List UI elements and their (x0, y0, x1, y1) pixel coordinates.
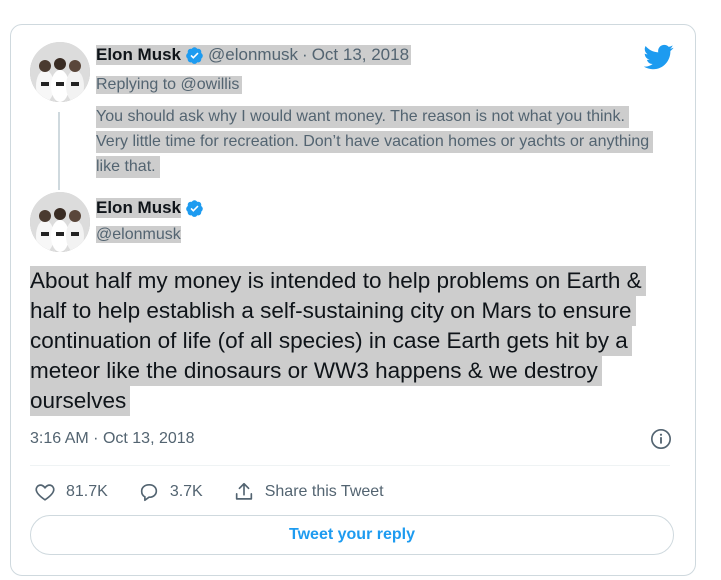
avatar[interactable] (30, 192, 90, 252)
replying-to-handle[interactable]: @owillis (181, 76, 240, 93)
share-icon (235, 482, 252, 500)
tweet-your-reply-button[interactable]: Tweet your reply (30, 515, 674, 555)
quoted-author-name[interactable]: Elon Musk (96, 45, 181, 65)
tweet-header: Elon Musk (96, 198, 204, 218)
like-count: 81.7K (66, 483, 108, 500)
tweet-time: 3:16 AM (30, 430, 89, 447)
share-button[interactable]: Share this Tweet (233, 481, 384, 503)
tweet-text: About half my money is intended to help … (30, 266, 680, 416)
tweet-date: Oct 13, 2018 (102, 430, 195, 447)
reply-count: 3.7K (169, 483, 203, 500)
replying-to: Replying to @owillis (96, 76, 243, 94)
action-bar: 81.7K 3.7K Share this Tweet (34, 481, 414, 503)
replying-to-label: Replying to (96, 76, 181, 93)
author-handle[interactable]: @elonmusk (96, 226, 181, 243)
reply-button[interactable]: 3.7K (138, 481, 203, 503)
quoted-tweet-text: You should ask why I would want money. T… (96, 104, 656, 179)
author-handle-row: @elonmusk (96, 226, 181, 244)
twitter-bird-icon[interactable] (644, 42, 674, 72)
info-icon[interactable] (650, 428, 672, 450)
tweet-your-reply-label: Tweet your reply (289, 526, 415, 543)
share-label: Share this Tweet (264, 483, 384, 500)
thread-line (58, 112, 60, 190)
tweet-timestamp[interactable]: 3:16 AM · Oct 13, 2018 (30, 430, 195, 448)
reply-bubble-icon (140, 484, 157, 502)
quoted-header: Elon Musk @elonmusk · Oct 13, 2018 (96, 45, 412, 65)
avatar[interactable] (30, 42, 90, 102)
verified-badge-icon (186, 46, 203, 64)
quoted-author-handle[interactable]: @elonmusk (208, 45, 298, 65)
verified-badge-icon (186, 199, 203, 217)
author-name[interactable]: Elon Musk (96, 198, 182, 218)
separator-dot: · (302, 45, 308, 64)
heart-icon (35, 484, 55, 501)
like-button[interactable]: 81.7K (34, 481, 108, 503)
divider (30, 465, 670, 466)
separator-dot: · (93, 430, 99, 447)
quoted-date[interactable]: Oct 13, 2018 (312, 45, 409, 65)
